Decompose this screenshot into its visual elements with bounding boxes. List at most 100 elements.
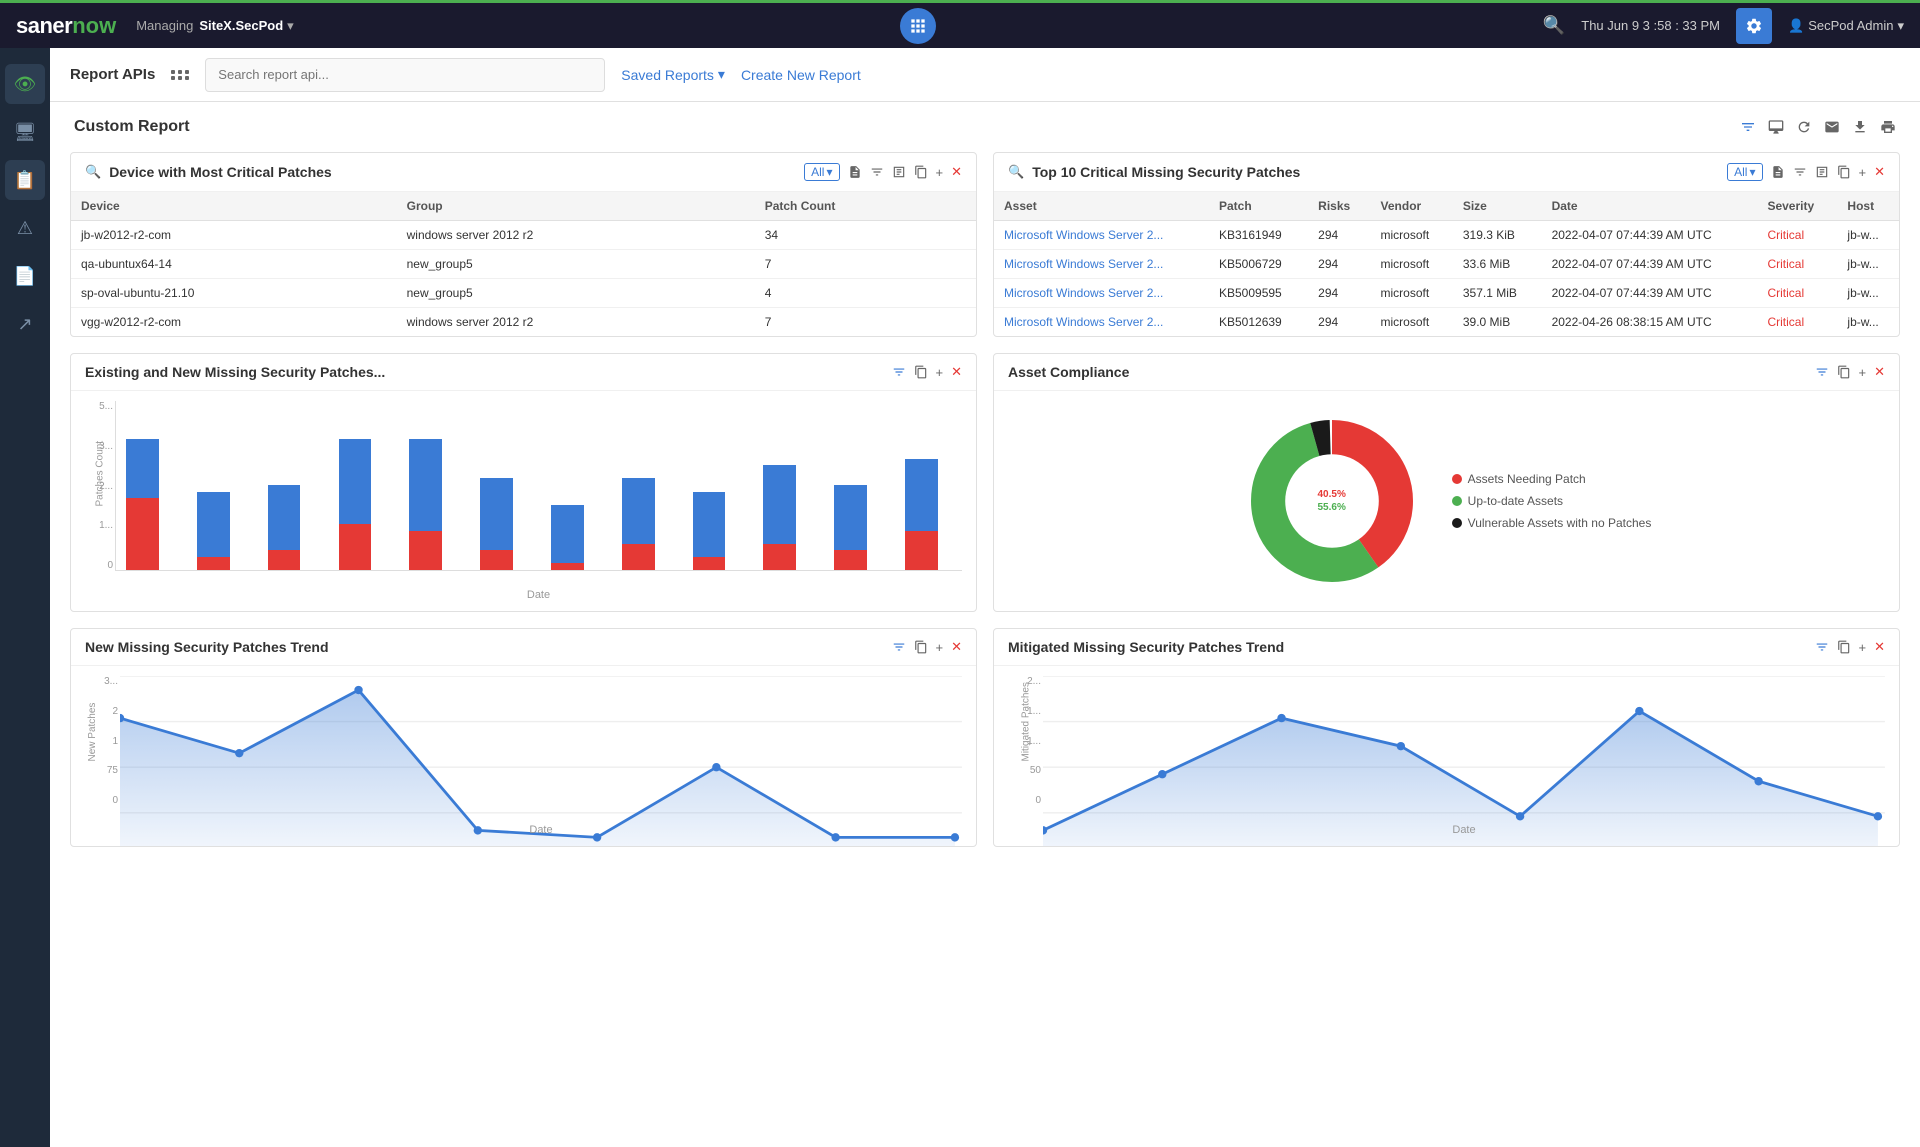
mitigated-trend-close-icon[interactable]: ✕ bbox=[1874, 639, 1885, 655]
new-line-svg bbox=[120, 676, 962, 847]
critical-patches-table: Asset Patch Risks Vendor Size Date Sever… bbox=[994, 192, 1899, 336]
bar-group bbox=[824, 401, 891, 570]
critical-patches-close-icon[interactable]: ✕ bbox=[1874, 164, 1885, 180]
bar-stack bbox=[693, 492, 740, 570]
page-content: Custom Report bbox=[50, 102, 1920, 863]
mitigated-line-chart-wrap: 2... 1... 1... 50 0 Mitigated Patches bbox=[1008, 676, 1885, 836]
missing-patches-copy-icon[interactable] bbox=[914, 365, 928, 379]
donut-chart: 40.5% 55.6% bbox=[1242, 411, 1422, 591]
table-row: qa-ubuntux64-14new_group57 bbox=[71, 250, 976, 279]
monitor-icon-header[interactable] bbox=[1768, 119, 1784, 135]
bar-blue bbox=[622, 478, 655, 543]
bar-stack bbox=[268, 485, 315, 570]
device-patches-all-dropdown[interactable]: All ▾ bbox=[804, 163, 839, 181]
bar-stack bbox=[126, 439, 173, 570]
bar-group bbox=[895, 401, 962, 570]
settings-button[interactable] bbox=[1736, 8, 1772, 44]
critical-patches-widget: 🔍 Top 10 Critical Missing Security Patch… bbox=[993, 152, 1900, 337]
mitigated-trend-header: Mitigated Missing Security Patches Trend… bbox=[994, 629, 1899, 666]
sidebar-item-documents[interactable]: 📄 bbox=[5, 256, 45, 296]
search-icon-nav[interactable]: 🔍 bbox=[1543, 15, 1565, 36]
new-line-y-label: New Patches bbox=[87, 703, 98, 762]
sidebar-item-visibility[interactable]: 👁 bbox=[5, 64, 45, 104]
new-missing-trend-filter-icon[interactable] bbox=[892, 640, 906, 654]
asset-compliance-filter-icon[interactable] bbox=[1815, 365, 1829, 379]
critical-patches-copy-icon[interactable] bbox=[1837, 165, 1851, 179]
table-row: sp-oval-ubuntu-21.10new_group54 bbox=[71, 279, 976, 308]
bar-stack bbox=[409, 439, 456, 570]
mitigated-trend-filter-icon[interactable] bbox=[1815, 640, 1829, 654]
critical-patches-add-icon[interactable]: + bbox=[1859, 165, 1867, 180]
bar-red bbox=[622, 544, 655, 570]
col-group: Group bbox=[397, 192, 755, 221]
mitigated-trend-add-icon[interactable]: + bbox=[1859, 640, 1867, 655]
bar-group bbox=[328, 401, 395, 570]
mitigated-trend-chart: 2... 1... 1... 50 0 Mitigated Patches bbox=[994, 666, 1899, 846]
print-icon-header[interactable] bbox=[1880, 119, 1896, 135]
new-line-chart-wrap: 3... 2 1 75 0 New Patches bbox=[85, 676, 962, 836]
sidebar: 👁 🖥 📋 ⚠ 📄 ↗ bbox=[0, 48, 50, 1147]
bar-blue bbox=[763, 465, 796, 543]
device-patches-search-icon[interactable]: 🔍 bbox=[85, 164, 101, 180]
device-patches-widget: 🔍 Device with Most Critical Patches All … bbox=[70, 152, 977, 337]
new-missing-trend-close-icon[interactable]: ✕ bbox=[951, 639, 962, 655]
device-patches-table-icon[interactable] bbox=[892, 165, 906, 179]
device-patches-close-icon[interactable]: ✕ bbox=[951, 164, 962, 180]
sidebar-item-export[interactable]: ↗ bbox=[5, 304, 45, 344]
managing-label: Managing bbox=[136, 18, 193, 33]
asset-compliance-add-icon[interactable]: + bbox=[1859, 365, 1867, 380]
logo-saner: saner bbox=[16, 13, 72, 39]
device-patches-copy-icon[interactable] bbox=[914, 165, 928, 179]
sidebar-item-devices[interactable]: 🖥 bbox=[5, 112, 45, 152]
search-input[interactable] bbox=[205, 58, 605, 92]
missing-patches-filter-icon[interactable] bbox=[892, 365, 906, 379]
bar-red bbox=[763, 544, 796, 570]
asset-compliance-copy-icon[interactable] bbox=[1837, 365, 1851, 379]
grid-view-button[interactable] bbox=[171, 70, 189, 80]
bar-blue bbox=[268, 485, 301, 550]
device-patches-actions: All ▾ bbox=[804, 163, 962, 181]
apps-grid-button[interactable] bbox=[900, 8, 936, 44]
missing-patches-add-icon[interactable]: + bbox=[936, 365, 944, 380]
bar-group bbox=[541, 401, 608, 570]
missing-patches-close-icon[interactable]: ✕ bbox=[951, 364, 962, 380]
critical-patches-filter-icon[interactable] bbox=[1793, 165, 1807, 179]
asset-compliance-close-icon[interactable]: ✕ bbox=[1874, 364, 1885, 380]
asset-compliance-widget: Asset Compliance + ✕ bbox=[993, 353, 1900, 612]
mitigated-line-x-label: Date bbox=[1043, 824, 1885, 836]
bar-blue bbox=[126, 439, 159, 498]
create-report-button[interactable]: Create New Report bbox=[741, 67, 861, 83]
mitigated-trend-copy-icon[interactable] bbox=[1837, 640, 1851, 654]
col-severity: Severity bbox=[1757, 192, 1837, 221]
new-missing-trend-chart: 3... 2 1 75 0 New Patches bbox=[71, 666, 976, 846]
critical-patches-table-icon[interactable] bbox=[1815, 165, 1829, 179]
user-menu[interactable]: 👤 SecPod Admin ▾ bbox=[1788, 18, 1904, 34]
top-navbar: sanernow Managing SiteX.SecPod ▾ 🔍 Thu J… bbox=[0, 0, 1920, 48]
critical-patches-header: 🔍 Top 10 Critical Missing Security Patch… bbox=[994, 153, 1899, 192]
email-icon-header[interactable] bbox=[1824, 119, 1840, 135]
missing-patches-actions: + ✕ bbox=[892, 364, 963, 380]
sidebar-item-alerts[interactable]: ⚠ bbox=[5, 208, 45, 248]
user-icon: 👤 bbox=[1788, 18, 1804, 34]
critical-patches-search-icon[interactable]: 🔍 bbox=[1008, 164, 1024, 180]
filter-icon-header[interactable] bbox=[1740, 119, 1756, 135]
sidebar-item-reports[interactable]: 📋 bbox=[5, 160, 45, 200]
custom-report-header: Custom Report bbox=[70, 118, 1900, 136]
chart-x-label: Date bbox=[115, 589, 962, 601]
device-patches-filter-icon[interactable] bbox=[870, 165, 884, 179]
critical-patches-all-dropdown[interactable]: All ▾ bbox=[1727, 163, 1762, 181]
bar-group bbox=[258, 401, 325, 570]
device-patches-add-icon[interactable]: + bbox=[936, 165, 944, 180]
saved-reports-button[interactable]: Saved Reports ▾ bbox=[621, 66, 725, 83]
new-missing-trend-copy-icon[interactable] bbox=[914, 640, 928, 654]
mitigated-line-y-label: Mitigated Patches bbox=[1020, 682, 1031, 762]
col-date: Date bbox=[1542, 192, 1758, 221]
sub-header: Report APIs Saved Reports ▾ Create New R… bbox=[50, 48, 1920, 102]
table-row: vgg-w2012-r2-comwindows server 2012 r27 bbox=[71, 308, 976, 337]
critical-patches-doc-icon[interactable] bbox=[1771, 165, 1785, 179]
new-missing-trend-add-icon[interactable]: + bbox=[936, 640, 944, 655]
refresh-icon-header[interactable] bbox=[1796, 119, 1812, 135]
download-icon-header[interactable] bbox=[1852, 119, 1868, 135]
device-patches-doc-icon[interactable] bbox=[848, 165, 862, 179]
logo: sanernow bbox=[16, 13, 116, 39]
